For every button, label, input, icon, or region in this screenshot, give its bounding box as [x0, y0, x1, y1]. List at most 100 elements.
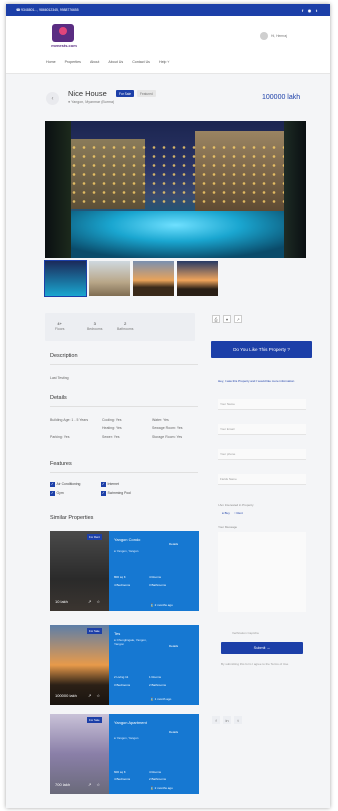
- nav-about[interactable]: About: [90, 60, 99, 64]
- feature-gym: ✓ Gym: [50, 491, 64, 496]
- contact-phones: ☎ 9348801..., 9866012345, 9988776655: [16, 8, 79, 12]
- similar-title[interactable]: Yangon Condo: [114, 537, 154, 542]
- posted-time: ⌛ 2 months ago: [150, 786, 173, 790]
- print-icon[interactable]: ⎙: [212, 315, 220, 323]
- feature-rooms: 4 Rooms: [149, 575, 162, 579]
- photo-tree-left: [45, 121, 71, 258]
- feature-bathrooms: 2 Bathrooms: [149, 777, 167, 781]
- similar-property-card[interactable]: For Sale 100000 lakh ↗ ☆ Tes ● Chungling…: [50, 625, 199, 705]
- compare-favorite-icons[interactable]: ↗ ☆: [88, 782, 102, 787]
- photo-lights: [69, 143, 285, 203]
- compare-favorite-icons[interactable]: ↗ ☆: [88, 693, 102, 698]
- extra-field[interactable]: Fields Name: [218, 474, 306, 485]
- message-label: Your Message: [218, 525, 238, 529]
- back-button[interactable]: ‹: [46, 92, 59, 105]
- main-property-photo[interactable]: [45, 121, 306, 258]
- property-title: Nice House: [68, 89, 107, 98]
- twitter-share-icon[interactable]: t: [234, 716, 242, 724]
- photo-tree-right: [284, 121, 306, 258]
- feature-rooms: 1 Rooms: [149, 675, 162, 679]
- property-actions: ⎙ ♥ ↗: [212, 315, 242, 323]
- stat-bathrooms: 2 Bathrooms: [117, 321, 134, 331]
- buy-radio[interactable]: ● Buy: [222, 511, 230, 515]
- check-icon: ✓: [101, 491, 106, 496]
- detail-building-age: Building Age: 1 - 5 Years: [50, 418, 89, 422]
- similar-property-card[interactable]: For Sale 700 lakh ↗ ☆ Yangon Apartment ●…: [50, 714, 199, 794]
- similar-title[interactable]: Tes: [114, 631, 154, 636]
- stat-bedrooms: 3 Bedrooms: [87, 321, 103, 331]
- page: ☎ 9348801..., 9866012345, 9988776655 f ◉…: [6, 4, 330, 808]
- details-link[interactable]: Details: [169, 644, 178, 648]
- similar-title[interactable]: Yangon Apartment: [114, 720, 154, 725]
- submit-button[interactable]: Submit →: [221, 642, 303, 654]
- feature-rooms: 4 Rooms: [149, 770, 162, 774]
- nav-properties[interactable]: Properties: [65, 60, 81, 64]
- for-sale-badge: For Sale: [116, 90, 135, 97]
- thumbnail-4[interactable]: [177, 261, 218, 296]
- interest-label: I Am Interested in Property: [218, 503, 254, 507]
- features-heading: Features: [50, 461, 72, 467]
- email-field[interactable]: Your Email: [218, 424, 306, 435]
- description-text: Last Testing: [50, 376, 69, 380]
- nav-help[interactable]: Help ˅: [159, 60, 170, 64]
- listing-tag: For Rent: [87, 534, 102, 540]
- check-icon: ✓: [50, 491, 55, 496]
- phone-field[interactable]: Your phone: [218, 449, 306, 460]
- thumbnail-2[interactable]: [89, 261, 130, 296]
- user-menu[interactable]: Hi, Hemraj: [260, 32, 287, 40]
- logo-mark: [52, 24, 74, 42]
- stat-floors: 4+ Floors: [55, 321, 65, 331]
- feature-bedrooms: 3 Bedrooms: [114, 683, 131, 687]
- similar-price: 100000 lakh: [55, 693, 77, 698]
- feature-bathrooms: 3 Bathrooms: [149, 583, 167, 587]
- description-heading: Description: [50, 353, 78, 359]
- photo-thumbnails: [44, 260, 218, 297]
- detail-sewage-room: Sewage Room: Yes: [152, 426, 183, 430]
- feature-area: 600 sq ft: [114, 770, 126, 774]
- listing-tag: For Sale: [87, 717, 102, 723]
- property-price: 100000 lakh: [262, 94, 301, 101]
- posted-time: ⌛ 1 month ago: [150, 697, 172, 701]
- name-field[interactable]: Your Name: [218, 399, 306, 410]
- compare-favorite-icons[interactable]: ↗ ☆: [88, 599, 102, 604]
- nav-home[interactable]: Home: [46, 60, 56, 64]
- similar-address: ● Yangon, Yangon: [114, 736, 139, 740]
- message-textarea[interactable]: [218, 532, 306, 612]
- like-property-button[interactable]: Do You Like This Property ?: [211, 341, 312, 358]
- property-location: ● Yangon, Myanmar (Burma): [68, 100, 115, 104]
- feature-internet: ✓ Internet: [101, 482, 119, 487]
- instagram-icon[interactable]: ◉: [306, 8, 313, 13]
- twitter-icon[interactable]: t: [313, 8, 320, 13]
- details-link[interactable]: Details: [169, 730, 178, 734]
- nav-about-us[interactable]: About Us: [108, 60, 123, 64]
- site-logo[interactable]: mvnests.com: [44, 24, 84, 52]
- site-header: mvnests.com Hi, Hemraj Home Properties A…: [6, 16, 330, 74]
- nav-contact-us[interactable]: Contact Us: [132, 60, 150, 64]
- photo-pool: [45, 211, 306, 258]
- rent-radio[interactable]: ○ Rent: [234, 511, 243, 515]
- detail-parking: Parking: Yes: [50, 435, 70, 439]
- main-nav: Home Properties About About Us Contact U…: [46, 60, 169, 64]
- details-link[interactable]: Details: [169, 542, 178, 546]
- favorite-icon[interactable]: ♥: [223, 315, 231, 323]
- details-heading: Details: [50, 395, 67, 401]
- captcha-label: Verification Captcha: [232, 631, 259, 635]
- similar-price: 700 lakh: [55, 782, 71, 787]
- feature-bedrooms: 4 Bedrooms: [114, 777, 131, 781]
- thumbnail-3[interactable]: [133, 261, 174, 296]
- similar-property-card[interactable]: For Rent 10 lakh ↗ ☆ Yangon Condo ● Yang…: [50, 531, 199, 611]
- thumbnail-1[interactable]: [44, 260, 87, 297]
- terms-text: By submitting this form I agree to the T…: [221, 662, 289, 666]
- linkedin-share-icon[interactable]: in: [223, 716, 231, 724]
- share-buttons: f in t: [212, 716, 242, 724]
- facebook-share-icon[interactable]: f: [212, 716, 220, 724]
- interest-radios: ● Buy ○ Rent: [222, 511, 243, 515]
- feature-bathrooms: 2 Bathrooms: [149, 683, 167, 687]
- similar-address: ● Yangon, Yangon: [114, 549, 139, 553]
- facebook-icon[interactable]: f: [299, 8, 306, 13]
- detail-heating: Heating: Yes: [102, 426, 122, 430]
- divider: [50, 472, 198, 473]
- share-icon[interactable]: ↗: [234, 315, 242, 323]
- divider: [50, 406, 198, 407]
- form-note: Hey, I saw this Property and I would lik…: [218, 379, 295, 383]
